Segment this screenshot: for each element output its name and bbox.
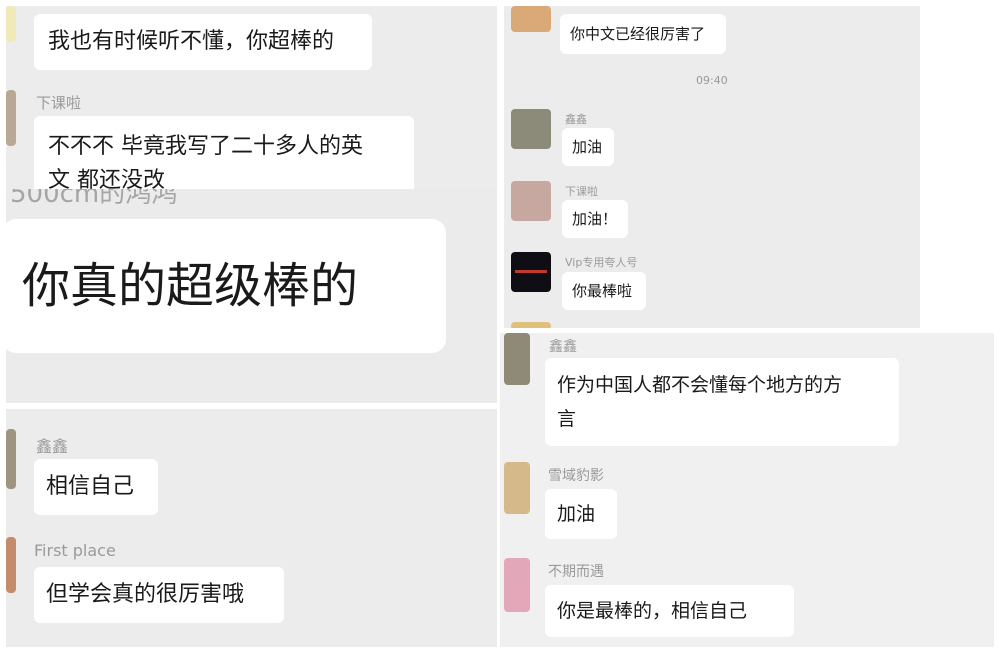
message-text-line: 文 都还没改 xyxy=(48,168,165,189)
message-text-line: 作为中国人都不会懂每个地方的方 xyxy=(557,374,843,396)
avatar[interactable] xyxy=(511,252,551,292)
message-text-line: 言 xyxy=(557,408,577,430)
sender-name: 下课啦 xyxy=(565,185,598,198)
sender-name: 鑫鑫 xyxy=(565,113,587,126)
message-bubble[interactable]: 不不不 毕竟我写了二十多人的英 文 都还没改 xyxy=(34,116,414,189)
message-text: 你中文已经很厉害了 xyxy=(570,25,706,43)
message-bubble[interactable]: 相信自己 xyxy=(34,459,158,515)
chat-panel-top-left: 我也有时候听不懂，你超棒的 下课啦 不不不 毕竟我写了二十多人的英 文 都还没改 xyxy=(6,6,497,189)
message-bubble[interactable]: 我也有时候听不懂，你超棒的 xyxy=(34,14,372,70)
avatar[interactable] xyxy=(504,558,530,612)
avatar[interactable] xyxy=(511,109,551,149)
message-bubble[interactable]: 加油 xyxy=(562,128,614,166)
avatar[interactable] xyxy=(6,6,16,42)
avatar[interactable] xyxy=(511,6,551,32)
avatar[interactable] xyxy=(504,462,530,514)
avatar[interactable] xyxy=(511,181,551,221)
message-text: 相信自己 xyxy=(46,474,135,499)
message-text: 你是最棒的，相信自己 xyxy=(557,600,748,622)
avatar[interactable] xyxy=(6,429,16,489)
message-text: 我也有时候听不懂，你超棒的 xyxy=(48,29,335,54)
message-bubble[interactable]: 加油！ xyxy=(562,200,628,238)
message-bubble[interactable]: 作为中国人都不会懂每个地方的方 言 xyxy=(545,358,899,446)
avatar[interactable] xyxy=(504,333,530,385)
sender-name: 不期而遇 xyxy=(548,564,604,580)
chat-panel-top-right: 你中文已经很厉害了 09:40 鑫鑫 加油 下课啦 加油！ Vip专用夸人号 你… xyxy=(504,6,920,328)
message-text: 加油！ xyxy=(572,210,618,228)
sender-name: 500cm的鸿鸿 xyxy=(10,189,178,209)
message-bubble[interactable]: 加油 xyxy=(545,489,617,539)
message-bubble[interactable]: 你中文已经很厉害了 xyxy=(560,14,726,54)
chat-panel-bottom-right: 鑫鑫 作为中国人都不会懂每个地方的方 言 雪域豹影 加油 不期而遇 你是最棒的，… xyxy=(500,333,994,647)
message-text-line: 不不不 毕竟我写了二十多人的英 xyxy=(48,134,363,159)
sender-name: 鑫鑫 xyxy=(549,339,577,355)
message-bubble[interactable]: 你是最棒的，相信自己 xyxy=(545,585,794,637)
timestamp: 09:40 xyxy=(696,74,728,87)
avatar[interactable] xyxy=(511,322,551,328)
message-text: 但学会真的很厉害哦 xyxy=(46,582,245,607)
chat-panel-bottom-left: 鑫鑫 相信自己 First place 但学会真的很厉害哦 xyxy=(6,409,497,647)
message-bubble[interactable]: 你真的超级棒的 xyxy=(6,219,446,353)
message-text: 加油 xyxy=(557,503,596,525)
sender-name: 下课啦 xyxy=(36,94,82,112)
avatar-light-streak xyxy=(515,270,547,273)
message-text: 你最棒啦 xyxy=(572,282,633,300)
sender-name: 雪域豹影 xyxy=(548,468,604,484)
message-text: 加油 xyxy=(572,138,603,156)
avatar[interactable] xyxy=(6,90,16,146)
sender-name: First place xyxy=(34,541,116,560)
avatar[interactable] xyxy=(6,537,16,593)
sender-name: 鑫鑫 xyxy=(36,437,69,456)
message-bubble[interactable]: 你最棒啦 xyxy=(562,272,646,310)
chat-panel-middle-left: 500cm的鸿鸿 你真的超级棒的 xyxy=(6,189,497,403)
message-bubble[interactable]: 但学会真的很厉害哦 xyxy=(34,567,284,623)
sender-name: Vip专用夸人号 xyxy=(565,256,638,269)
message-text: 你真的超级棒的 xyxy=(22,258,359,314)
